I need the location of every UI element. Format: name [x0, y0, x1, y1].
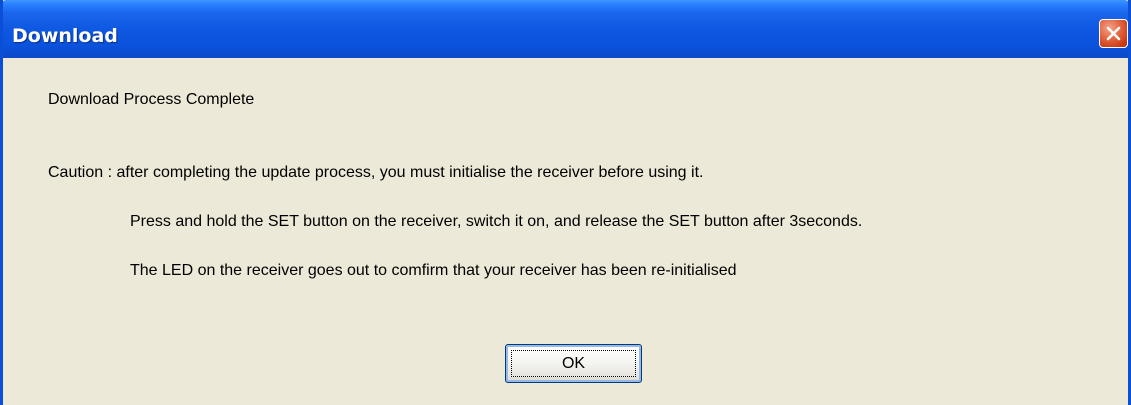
- ok-button[interactable]: OK: [505, 344, 642, 383]
- window-title: Download: [12, 25, 118, 47]
- ok-button-label: OK: [511, 350, 636, 377]
- title-bar[interactable]: Download: [3, 0, 1128, 58]
- status-message: Download Process Complete: [48, 91, 255, 108]
- instruction-message: Press and hold the SET button on the rec…: [130, 213, 863, 230]
- confirmation-message: The LED on the receiver goes out to comf…: [130, 262, 737, 279]
- close-icon: [1106, 26, 1121, 41]
- close-button[interactable]: [1099, 19, 1128, 48]
- dialog-body: Download Process Complete Caution : afte…: [3, 58, 1128, 405]
- download-dialog-window: Download Download Process Complete Cauti…: [0, 0, 1131, 405]
- caution-message: Caution : after completing the update pr…: [48, 164, 704, 181]
